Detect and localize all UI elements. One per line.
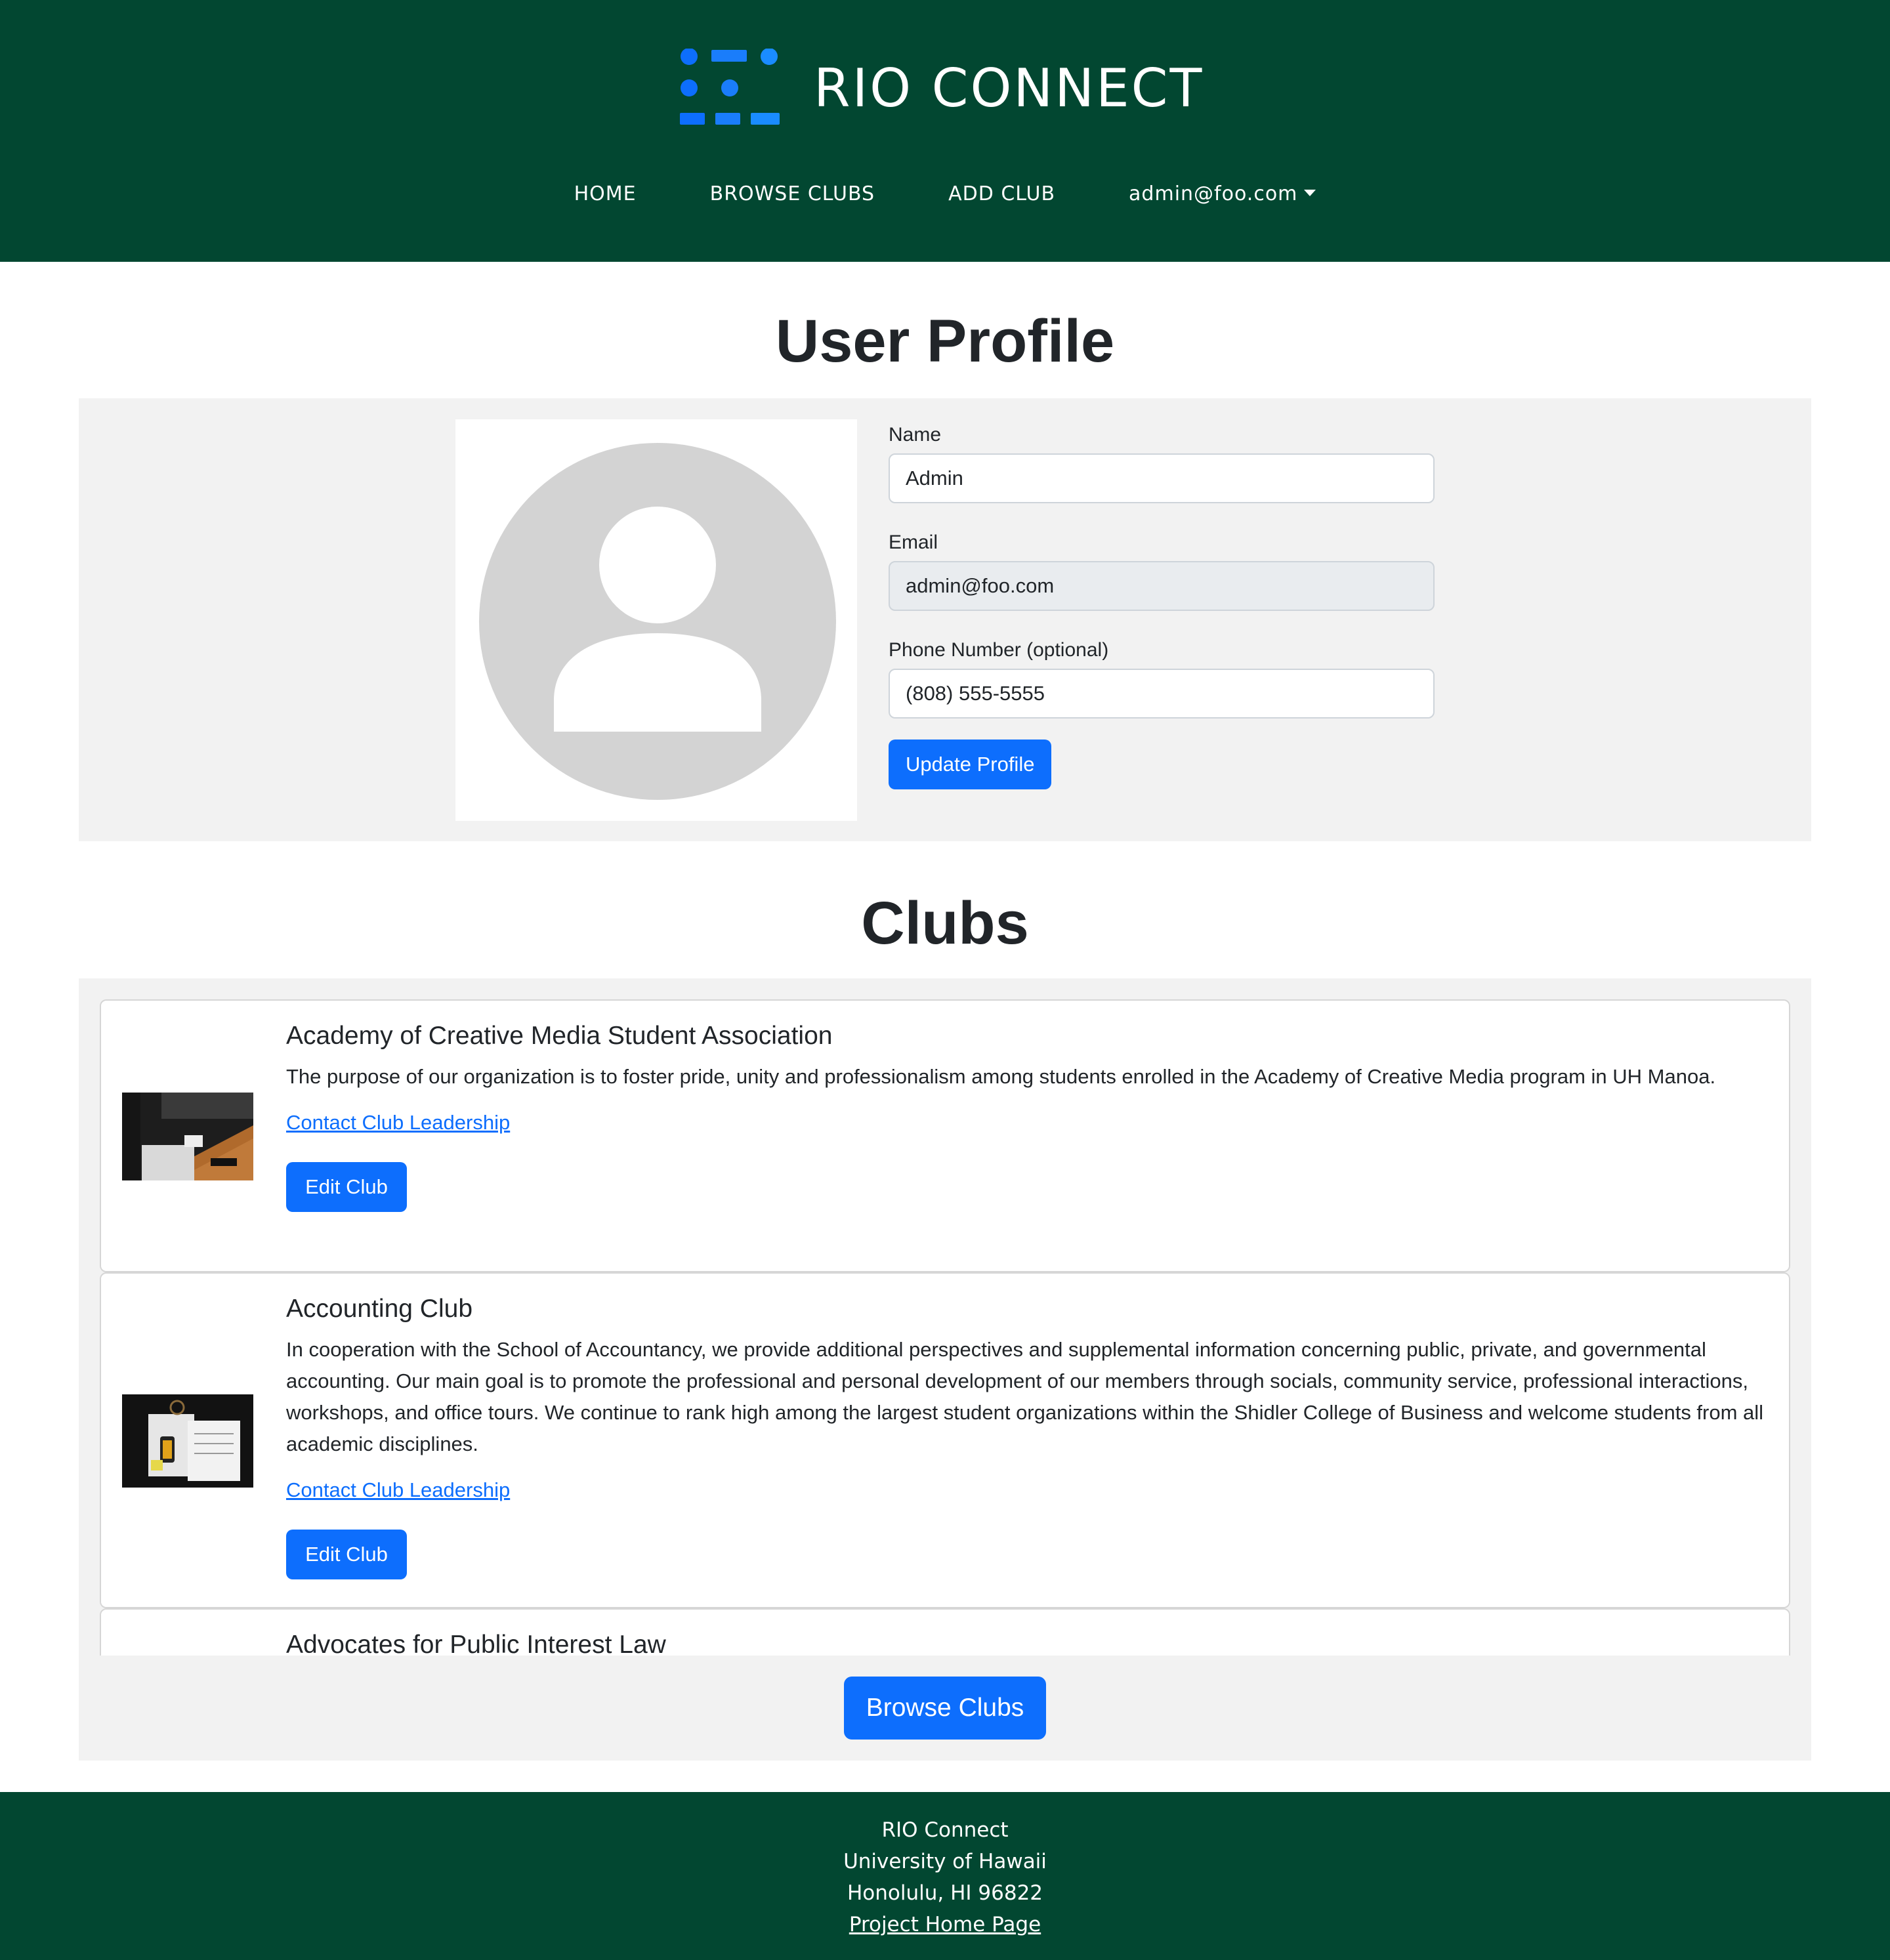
- phone-group: Phone Number (optional) (808) 555-5555: [889, 637, 1435, 719]
- project-home-page-link[interactable]: Project Home Page: [0, 1909, 1890, 1940]
- nav-home[interactable]: HOME: [574, 177, 637, 211]
- edit-club-button[interactable]: Edit Club: [286, 1162, 407, 1212]
- user-avatar-icon: [479, 443, 836, 800]
- contact-club-leadership-link[interactable]: Contact Club Leadership: [286, 1477, 510, 1503]
- browse-clubs-button[interactable]: Browse Clubs: [844, 1677, 1046, 1740]
- site-footer: RIO Connect University of Hawaii Honolul…: [0, 1792, 1890, 1960]
- footer-site-name: RIO Connect: [881, 1818, 1009, 1842]
- club-image: [122, 1093, 253, 1180]
- clubs-list[interactable]: Academy of Creative Media Student Associ…: [100, 999, 1790, 1656]
- footer-address: Honolulu, HI 96822: [847, 1881, 1043, 1905]
- profile-form: Name Admin Email admin@foo.com Phone Num…: [889, 422, 1435, 789]
- club-title: Advocates for Public Interest Law: [286, 1631, 666, 1656]
- contact-club-leadership-link[interactable]: Contact Club Leadership: [286, 1110, 510, 1136]
- site-header: RIO CONNECT HOME BROWSE CLUBS ADD CLUB a…: [0, 0, 1890, 262]
- user-menu-label: admin@foo.com: [1129, 182, 1298, 205]
- edit-club-button[interactable]: Edit Club: [286, 1530, 407, 1579]
- nav-user-menu[interactable]: admin@foo.com: [1129, 177, 1316, 211]
- nav-browse-clubs[interactable]: BROWSE CLUBS: [710, 177, 875, 211]
- name-field[interactable]: Admin: [889, 453, 1435, 503]
- update-profile-button[interactable]: Update Profile: [889, 740, 1052, 789]
- avatar: [455, 419, 857, 821]
- page-title: User Profile: [775, 308, 1115, 375]
- email-label: Email: [889, 532, 938, 553]
- email-field: admin@foo.com: [889, 561, 1435, 611]
- club-card: Advocates for Public Interest Law: [100, 1608, 1790, 1656]
- main-nav: HOME BROWSE CLUBS ADD CLUB admin@foo.com: [0, 177, 1890, 211]
- club-description: In cooperation with the School of Accoun…: [286, 1338, 1764, 1455]
- club-body: Advocates for Public Interest Law: [286, 1628, 1769, 1656]
- club-title: Academy of Creative Media Student Associ…: [286, 1022, 833, 1050]
- rio-connect-logo-icon: [680, 49, 780, 125]
- nav-add-club[interactable]: ADD CLUB: [948, 177, 1055, 211]
- clubs-panel: Academy of Creative Media Student Associ…: [79, 978, 1811, 1761]
- phone-field[interactable]: (808) 555-5555: [889, 669, 1435, 719]
- caret-down-icon: [1304, 189, 1316, 196]
- footer-university: University of Hawaii: [843, 1850, 1047, 1873]
- club-title: Accounting Club: [286, 1295, 473, 1323]
- club-card: Accounting Club In cooperation with the …: [100, 1272, 1790, 1608]
- brand-title[interactable]: RIO CONNECT: [814, 58, 1204, 119]
- clubs-heading: Clubs: [861, 890, 1029, 957]
- club-body: Academy of Creative Media Student Associ…: [286, 1019, 1769, 1212]
- profile-panel: Name Admin Email admin@foo.com Phone Num…: [79, 398, 1811, 841]
- club-card: Academy of Creative Media Student Associ…: [100, 999, 1790, 1272]
- club-description: The purpose of our organization is to fo…: [286, 1065, 1716, 1088]
- name-label: Name: [889, 424, 942, 446]
- club-body: Accounting Club In cooperation with the …: [286, 1292, 1769, 1579]
- email-group: Email admin@foo.com: [889, 530, 1435, 611]
- brand[interactable]: RIO CONNECT: [679, 49, 1204, 127]
- club-image: [122, 1394, 253, 1488]
- phone-label: Phone Number (optional): [889, 639, 1109, 661]
- name-group: Name Admin: [889, 422, 1435, 503]
